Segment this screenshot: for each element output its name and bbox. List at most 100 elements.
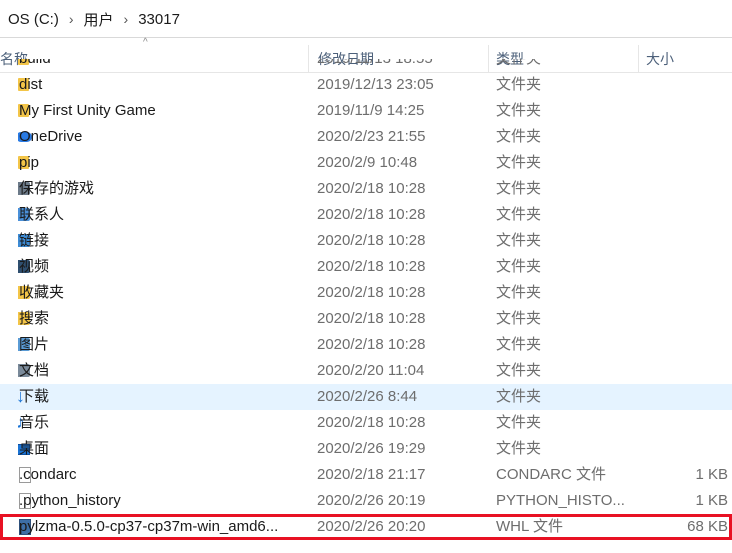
file-name[interactable]: 联系人 <box>19 202 64 228</box>
file-name[interactable]: 链接 <box>19 228 49 254</box>
file-row[interactable]: pylzma-0.5.0-cp37-cp37m-win_amd6... 2020/… <box>0 514 732 540</box>
file-type: 文件夹 <box>496 128 542 145</box>
file-size <box>640 150 728 176</box>
file-size <box>640 358 728 384</box>
file-row[interactable]: 收藏夹 2020/2/18 10:28 文件夹 <box>0 280 732 306</box>
file-size <box>640 436 728 462</box>
breadcrumb-users[interactable]: 用户 <box>78 9 120 30</box>
file-type: 文件夹 <box>496 76 542 93</box>
file-name[interactable]: build <box>19 59 51 72</box>
file-name-cell: 联系人 <box>18 202 302 228</box>
file-date: 2020/2/26 8:44 <box>317 388 418 405</box>
file-row[interactable]: 保存的游戏 2020/2/18 10:28 文件夹 <box>0 176 732 202</box>
file-name[interactable]: My First Unity Game <box>19 98 156 124</box>
file-name[interactable]: .condarc <box>19 462 77 488</box>
file-row[interactable]: 联系人 2020/2/18 10:28 文件夹 <box>0 202 732 228</box>
file-date: 2020/2/18 10:28 <box>317 180 426 197</box>
file-date: 2020/2/18 21:17 <box>317 466 426 483</box>
file-date: 2019/12/13 23:05 <box>317 76 434 93</box>
file-name-cell: dist <box>18 72 302 98</box>
file-name[interactable]: pylzma-0.5.0-cp37-cp37m-win_amd6... <box>19 514 278 540</box>
file-type: 文件夹 <box>496 59 636 72</box>
file-row[interactable]: ↓ 下载 2020/2/26 8:44 文件夹 <box>0 384 732 410</box>
file-name-cell: pip <box>18 150 302 176</box>
file-size <box>640 280 728 306</box>
file-date: 2020/2/18 10:28 <box>317 206 426 223</box>
file-size <box>640 72 728 98</box>
file-name[interactable]: 搜索 <box>19 306 49 332</box>
file-name-cell: .python_history <box>18 488 302 514</box>
file-row[interactable]: 桌面 2020/2/26 19:29 文件夹 <box>0 436 732 462</box>
file-row[interactable]: ♪ 音乐 2020/2/18 10:28 文件夹 <box>0 410 732 436</box>
file-date: 2020/2/9 10:48 <box>317 154 418 171</box>
file-name-cell: 链接 <box>18 228 302 254</box>
file-date: 2020/2/26 19:29 <box>317 440 426 457</box>
file-date: 2020/2/26 20:20 <box>317 518 426 535</box>
file-date: 2019/11/9 14:25 <box>317 102 425 119</box>
breadcrumb-user-folder[interactable]: 33017 <box>132 11 186 28</box>
file-name[interactable]: 收藏夹 <box>19 280 64 306</box>
file-type: 文件夹 <box>496 258 542 275</box>
file-date: 2020/2/20 11:04 <box>317 362 425 379</box>
breadcrumb: OS (C:) › 用户 › 33017 <box>0 0 186 38</box>
file-row[interactable]: 搜索 2020/2/18 10:28 文件夹 <box>0 306 732 332</box>
file-name-cell: OneDrive <box>18 124 302 150</box>
file-size: 1 KB <box>695 492 728 509</box>
file-name-cell: 视频 <box>18 254 302 280</box>
file-name[interactable]: 下载 <box>19 384 49 410</box>
file-date: 2020/2/18 10:28 <box>317 232 426 249</box>
file-name[interactable]: 图片 <box>19 332 49 358</box>
file-size: 68 KB <box>687 518 728 535</box>
file-row[interactable]: 图片 2020/2/18 10:28 文件夹 <box>0 332 732 358</box>
file-list: build 2019/11/13 18:55 文件夹 dist 2019/12/13 2… <box>0 59 732 553</box>
file-date: 2020/2/26 20:19 <box>317 492 426 509</box>
file-row[interactable]: 文档 2020/2/20 11:04 文件夹 <box>0 358 732 384</box>
file-date: 2020/2/18 10:28 <box>317 258 426 275</box>
file-date: 2020/2/23 21:55 <box>317 128 426 145</box>
file-name-cell: 收藏夹 <box>18 280 302 306</box>
file-name-cell: 文档 <box>18 358 302 384</box>
file-name-cell: .condarc <box>18 462 302 488</box>
file-type: 文件夹 <box>496 388 542 405</box>
file-name[interactable]: 音乐 <box>19 410 49 436</box>
file-type: PYTHON_HISTO... <box>496 492 625 509</box>
file-name-cell: build <box>18 59 302 72</box>
file-row[interactable]: build 2019/11/13 18:55 文件夹 <box>0 59 732 72</box>
file-row[interactable]: OneDrive 2020/2/23 21:55 文件夹 <box>0 124 732 150</box>
file-size <box>640 410 728 436</box>
file-name[interactable]: .python_history <box>19 488 121 514</box>
file-size: 1 KB <box>695 466 728 483</box>
file-date: 2019/11/13 18:55 <box>317 59 487 72</box>
file-name-cell: pylzma-0.5.0-cp37-cp37m-win_amd6... <box>18 514 302 540</box>
file-row[interactable]: pip 2020/2/9 10:48 文件夹 <box>0 150 732 176</box>
breadcrumb-drive[interactable]: OS (C:) <box>0 11 65 28</box>
file-name-cell: 桌面 <box>18 436 302 462</box>
file-date: 2020/2/18 10:28 <box>317 284 426 301</box>
file-name[interactable]: 视频 <box>19 254 49 280</box>
file-row[interactable]: 链接 2020/2/18 10:28 文件夹 <box>0 228 732 254</box>
file-size <box>640 228 728 254</box>
file-row[interactable]: My First Unity Game 2019/11/9 14:25 文件夹 <box>0 98 732 124</box>
file-name-cell: 保存的游戏 <box>18 176 302 202</box>
file-type: 文件夹 <box>496 362 542 379</box>
file-row[interactable]: dist 2019/12/13 23:05 文件夹 <box>0 72 732 98</box>
file-date: 2020/2/18 10:28 <box>317 310 426 327</box>
address-bar[interactable]: OS (C:) › 用户 › 33017 <box>0 0 732 38</box>
file-name[interactable]: 文档 <box>19 358 49 384</box>
chevron-right-icon[interactable]: › <box>120 11 133 27</box>
file-type: 文件夹 <box>496 284 542 301</box>
file-name-cell: 图片 <box>18 332 302 358</box>
file-name[interactable]: pip <box>19 150 39 176</box>
file-type: CONDARC 文件 <box>496 466 607 483</box>
file-date: 2020/2/18 10:28 <box>317 414 426 431</box>
file-name-cell: My First Unity Game <box>18 98 302 124</box>
file-size <box>640 98 728 124</box>
file-name[interactable]: 保存的游戏 <box>19 176 94 202</box>
file-name[interactable]: OneDrive <box>19 124 82 150</box>
file-name[interactable]: dist <box>19 72 42 98</box>
file-row[interactable]: 视频 2020/2/18 10:28 文件夹 <box>0 254 732 280</box>
file-row[interactable]: .condarc 2020/2/18 21:17 CONDARC 文件 1 KB <box>0 462 732 488</box>
file-name[interactable]: 桌面 <box>19 436 49 462</box>
chevron-right-icon[interactable]: › <box>65 11 78 27</box>
file-row[interactable]: .python_history 2020/2/26 20:19 PYTHON_HIS… <box>0 488 732 514</box>
